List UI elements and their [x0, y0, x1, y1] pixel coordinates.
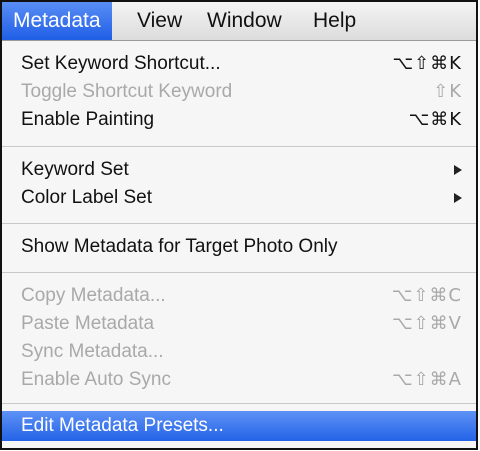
menubar-item-view[interactable]: View: [126, 2, 193, 40]
menu-item-shortcut: ⌥⌘K: [408, 109, 462, 130]
metadata-menu-screenshot: Metadata View Window Help Set Keyword Sh…: [0, 0, 478, 450]
menu-item-label: Set Keyword Shortcut...: [21, 53, 221, 74]
menu-item-keyword-set[interactable]: Keyword Set: [2, 156, 476, 184]
menu-item-paste-metadata: Paste Metadata ⌥⇧⌘V: [2, 310, 476, 338]
menu-item-set-keyword-shortcut[interactable]: Set Keyword Shortcut... ⌥⇧⌘K: [2, 50, 476, 78]
submenu-arrow-icon: [454, 165, 462, 175]
menu-item-label: Keyword Set: [21, 159, 129, 180]
menu-separator: [2, 223, 476, 224]
menu-item-label: Show Metadata for Target Photo Only: [21, 236, 338, 257]
menu-item-label: Sync Metadata...: [21, 341, 164, 362]
menu-item-edit-metadata-presets[interactable]: Edit Metadata Presets...: [2, 411, 476, 441]
menu-bar: Metadata View Window Help: [2, 2, 476, 41]
menu-item-label: Enable Painting: [21, 109, 155, 130]
menubar-item-help[interactable]: Help: [302, 2, 367, 40]
menu-item-shortcut: ⇧K: [433, 81, 462, 102]
menu-item-copy-metadata: Copy Metadata... ⌥⇧⌘C: [2, 282, 476, 310]
menu-item-shortcut: ⌥⇧⌘K: [392, 53, 462, 74]
menu-item-enable-auto-sync: Enable Auto Sync ⌥⇧⌘A: [2, 366, 476, 394]
menu-separator: [2, 146, 476, 147]
menu-item-label: Paste Metadata: [21, 313, 155, 334]
menu-item-shortcut: ⌥⇧⌘A: [391, 369, 462, 390]
menu-item-label: Copy Metadata...: [21, 285, 166, 306]
menu-item-shortcut: ⌥⇧⌘C: [391, 285, 462, 306]
menu-item-toggle-shortcut-keyword: Toggle Shortcut Keyword ⇧K: [2, 78, 476, 106]
metadata-dropdown-menu: Set Keyword Shortcut... ⌥⇧⌘K Toggle Shor…: [2, 41, 476, 448]
menu-item-label: Toggle Shortcut Keyword: [21, 81, 233, 102]
menu-item-shortcut: ⌥⇧⌘V: [391, 313, 462, 334]
menu-item-label: Color Label Set: [21, 187, 152, 208]
menu-item-label: Enable Auto Sync: [21, 369, 171, 390]
menu-item-sync-metadata: Sync Metadata...: [2, 338, 476, 366]
menu-item-show-metadata-target-photo[interactable]: Show Metadata for Target Photo Only: [2, 233, 476, 261]
menu-item-color-label-set[interactable]: Color Label Set: [2, 184, 476, 212]
menu-separator: [2, 403, 476, 404]
menubar-item-metadata[interactable]: Metadata: [2, 2, 112, 40]
menu-item-enable-painting[interactable]: Enable Painting ⌥⌘K: [2, 106, 476, 134]
menu-item-label: Edit Metadata Presets...: [21, 415, 224, 436]
menubar-item-window[interactable]: Window: [196, 2, 293, 40]
menu-separator: [2, 272, 476, 273]
submenu-arrow-icon: [454, 193, 462, 203]
